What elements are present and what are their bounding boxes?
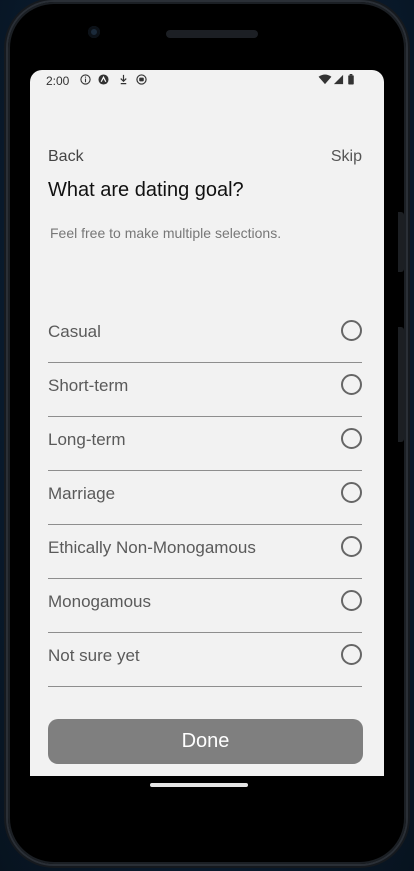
front-camera <box>88 26 100 38</box>
option-short-term[interactable]: Short-term <box>48 364 362 417</box>
option-label: Monogamous <box>48 592 152 611</box>
radio-button[interactable] <box>341 536 362 557</box>
option-label: Short-term <box>48 376 129 395</box>
option-label: Casual <box>48 322 101 341</box>
radio-button[interactable] <box>341 374 362 395</box>
option-monogamous[interactable]: Monogamous <box>48 580 362 633</box>
status-time: 2:00 <box>46 74 70 88</box>
volume-button <box>398 212 404 272</box>
back-button[interactable]: Back <box>48 148 84 166</box>
info-icon <box>80 74 91 85</box>
option-long-term[interactable]: Long-term <box>48 418 362 471</box>
radio-button[interactable] <box>341 590 362 611</box>
battery-icon <box>348 74 354 85</box>
shield-icon <box>136 74 147 85</box>
option-casual[interactable]: Casual <box>48 310 362 363</box>
option-label: Long-term <box>48 430 126 449</box>
power-button <box>398 327 404 442</box>
page-subtitle: Feel free to make multiple selections. <box>50 225 282 241</box>
status-bar: 2:00 <box>30 70 384 92</box>
option-label: Marriage <box>48 484 116 503</box>
radio-button[interactable] <box>341 644 362 665</box>
earpiece-speaker <box>166 30 258 38</box>
radio-button[interactable] <box>341 482 362 503</box>
option-ethically-non-monogamous[interactable]: Ethically Non-Monogamous <box>48 526 362 579</box>
app-logo-icon <box>98 74 109 85</box>
top-nav: Back Skip <box>48 148 362 168</box>
option-marriage[interactable]: Marriage <box>48 472 362 525</box>
radio-button[interactable] <box>341 428 362 449</box>
skip-button[interactable]: Skip <box>331 148 362 166</box>
page-title: What are dating goal? <box>48 179 244 201</box>
option-label: Not sure yet <box>48 646 140 665</box>
download-arrow-icon <box>120 74 127 85</box>
done-button[interactable]: Done <box>48 719 363 764</box>
radio-button[interactable] <box>341 320 362 341</box>
home-indicator[interactable] <box>150 783 248 787</box>
option-label: Ethically Non-Monogamous <box>48 538 256 557</box>
option-not-sure-yet[interactable]: Not sure yet <box>48 634 362 687</box>
app-screen: 2:00 Back Skip What are dating goal? Fee… <box>30 70 384 776</box>
signal-icon <box>333 74 344 85</box>
dating-goal-options: Casual Short-term Long-term Marriage Eth… <box>48 310 362 688</box>
wifi-icon <box>318 74 332 85</box>
